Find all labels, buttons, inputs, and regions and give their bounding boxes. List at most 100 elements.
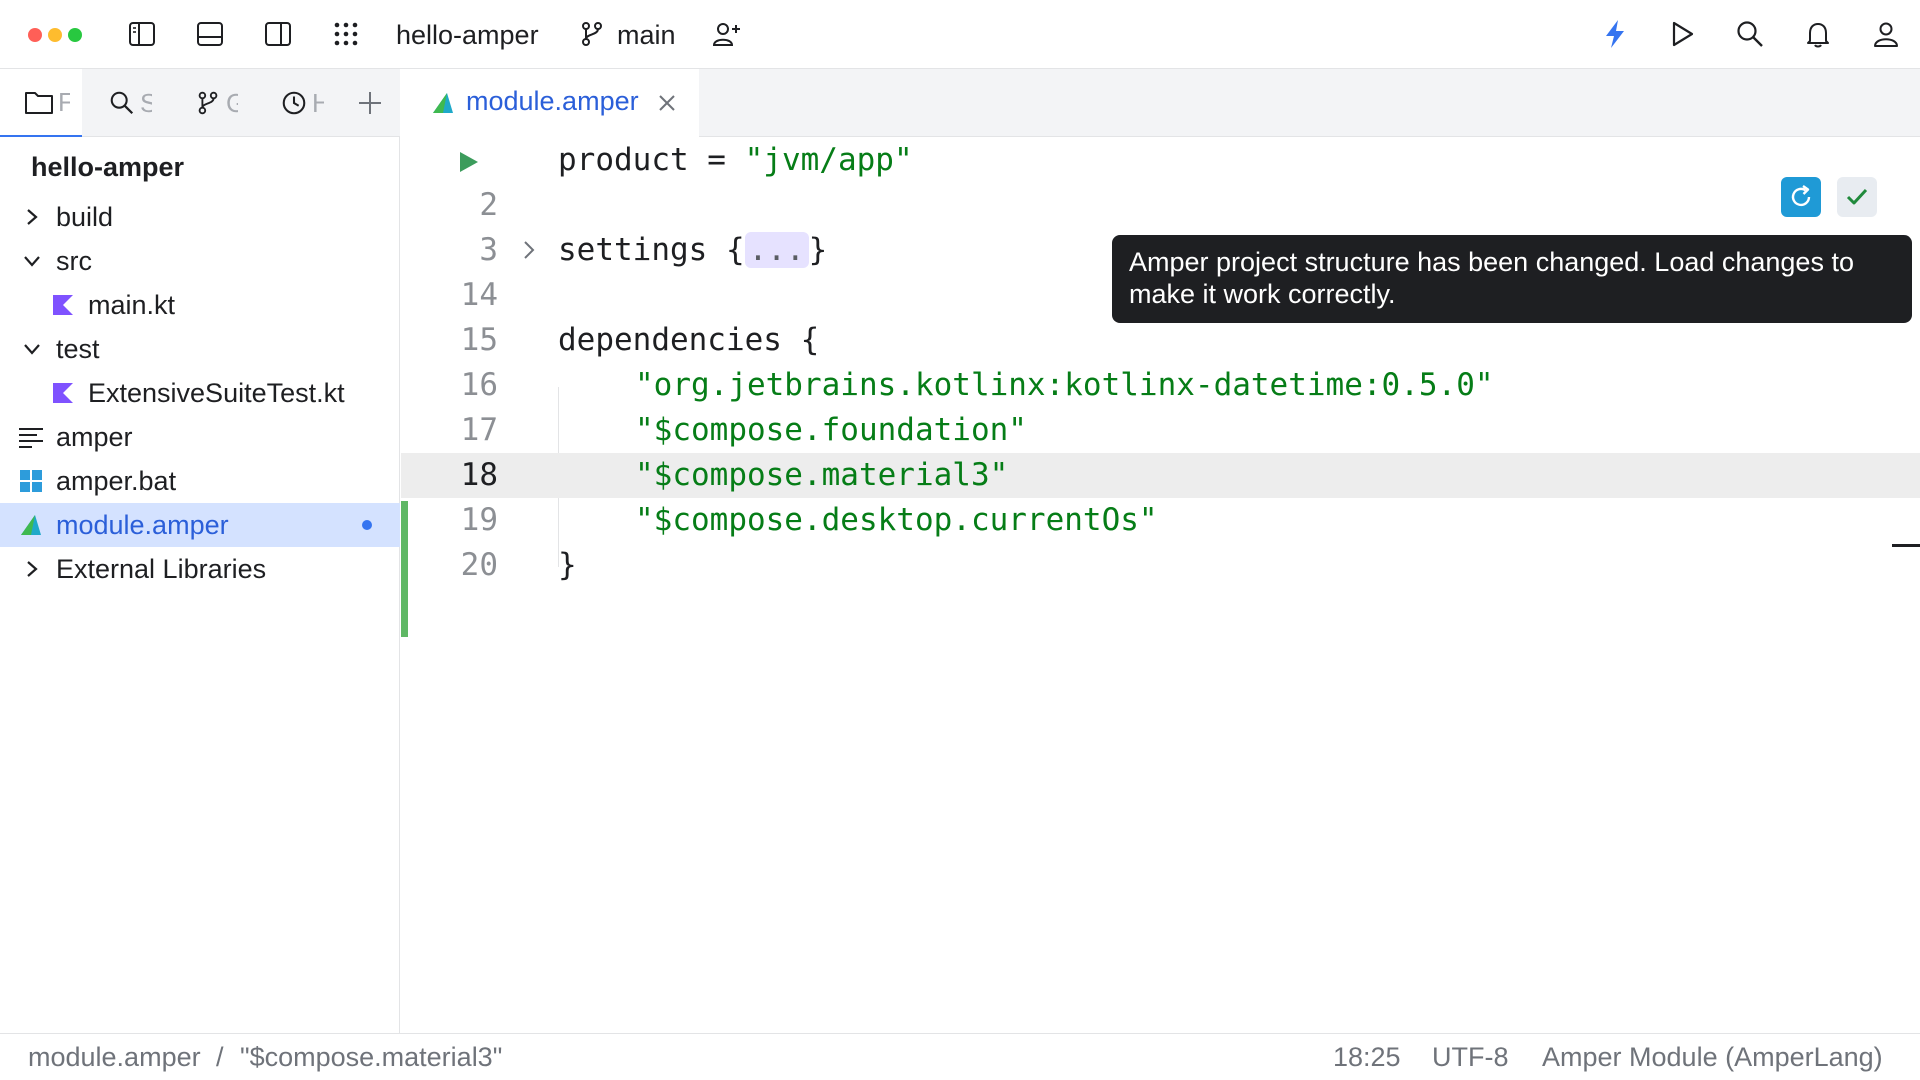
project-tool-window: F S G H hello-amper build src main.kt te… <box>0 69 400 1033</box>
code-keyword: settings { <box>558 232 745 268</box>
tree-item-amper-bat[interactable]: amper.bat <box>0 459 400 503</box>
line-number: 2 <box>479 187 498 223</box>
tab-project-label: F <box>58 86 70 117</box>
title-bar: hello-amper main <box>0 0 1920 69</box>
fold-chevron-icon[interactable] <box>517 238 541 262</box>
tree-item-label: test <box>56 333 100 364</box>
code-string: "$compose.material3" <box>635 457 1009 493</box>
amper-icon <box>433 93 453 113</box>
tree-item-label: amper <box>56 421 133 452</box>
account-icon[interactable] <box>1866 14 1906 54</box>
tree-item-amper[interactable]: amper <box>0 415 400 459</box>
code-string: "jvm/app" <box>744 142 913 178</box>
chevron-down-icon[interactable] <box>20 337 44 361</box>
close-icon[interactable] <box>655 91 679 115</box>
tree-item-label: module.amper <box>56 509 229 540</box>
chevron-right-icon[interactable] <box>20 205 44 229</box>
folded-region[interactable]: ... <box>744 232 809 268</box>
editor-tabs: module.amper <box>401 69 1920 137</box>
main-menu-grid-icon[interactable] <box>326 14 366 54</box>
code-line[interactable]: 20 } <box>401 543 1920 588</box>
editor-tab-module-amper[interactable]: module.amper <box>401 69 699 137</box>
file-encoding[interactable]: UTF-8 <box>1432 1042 1509 1073</box>
breadcrumb-file[interactable]: module.amper <box>28 1042 201 1073</box>
line-number: 17 <box>460 412 498 448</box>
code-line[interactable]: 2 <box>401 183 1920 228</box>
plus-icon <box>359 92 381 114</box>
left-panel-toggle-icon[interactable] <box>122 14 162 54</box>
load-changes-button[interactable] <box>1781 177 1821 217</box>
code-text: product = "jvm/app" <box>558 138 913 183</box>
git-branch-icon <box>198 91 218 115</box>
code-line[interactable]: 16 "org.jetbrains.kotlinx:kotlinx-dateti… <box>401 363 1920 408</box>
project-name[interactable]: hello-amper <box>396 17 539 53</box>
bell-icon[interactable] <box>1798 14 1838 54</box>
minimize-window-button[interactable] <box>48 28 62 42</box>
tree-item-label: main.kt <box>88 289 176 320</box>
close-window-button[interactable] <box>28 28 42 42</box>
tree-item-test[interactable]: test <box>0 327 400 371</box>
checkmark-icon <box>1846 188 1868 205</box>
tree-item-external-libraries[interactable]: External Libraries <box>0 547 400 591</box>
right-panel-toggle-icon[interactable] <box>258 14 298 54</box>
tree-item-label: amper.bat <box>56 465 177 496</box>
code-text: settings {...} <box>558 228 827 273</box>
inspection-ok-button[interactable] <box>1837 177 1877 217</box>
tab-history-label: H <box>312 87 324 118</box>
editor-tab-label: module.amper <box>466 86 639 116</box>
code-keyword: product = <box>558 142 745 178</box>
search-icon[interactable] <box>1730 14 1770 54</box>
search-icon <box>110 91 134 115</box>
bottom-panel-toggle-icon[interactable] <box>190 14 230 54</box>
code-line-current[interactable]: 18 "$compose.material3" <box>401 453 1920 498</box>
tree-item-extensive-suite-test[interactable]: ExtensiveSuiteTest.kt <box>0 371 400 415</box>
breadcrumb-item[interactable]: "$compose.material3" <box>240 1042 502 1073</box>
tree-item-main-kt[interactable]: main.kt <box>0 283 400 327</box>
project-root-title[interactable]: hello-amper <box>31 152 184 183</box>
run-gutter-icon[interactable] <box>456 150 480 174</box>
run-icon[interactable] <box>1662 14 1702 54</box>
tree-item-src[interactable]: src <box>0 239 400 283</box>
add-user-icon[interactable] <box>707 14 747 54</box>
folder-icon <box>25 92 53 114</box>
branch-selector[interactable]: main <box>617 17 676 53</box>
git-branch-icon[interactable] <box>572 14 612 54</box>
breadcrumb-separator: / <box>216 1042 224 1072</box>
tab-search[interactable]: S <box>100 69 170 137</box>
tree-item-label: build <box>56 201 114 232</box>
modified-indicator <box>362 520 372 530</box>
code-string: "$compose.desktop.currentOs" <box>635 502 1158 538</box>
line-number: 16 <box>460 367 498 403</box>
code-keyword: dependencies { <box>558 322 820 358</box>
code-line[interactable]: product = "jvm/app" <box>401 138 1920 183</box>
tab-project[interactable]: F <box>0 69 82 137</box>
maximize-window-button[interactable] <box>68 28 82 42</box>
text-file-icon <box>18 424 44 450</box>
scrollbar-marker[interactable] <box>1892 544 1920 547</box>
windows-icon <box>18 468 44 494</box>
tree-item-label: External Libraries <box>56 553 267 584</box>
tree-item-build[interactable]: build <box>0 195 400 239</box>
chevron-down-icon[interactable] <box>20 249 44 273</box>
load-changes-tooltip: Amper project structure has been changed… <box>1112 235 1912 323</box>
refresh-icon <box>1791 185 1811 207</box>
tab-history[interactable]: H <box>272 69 342 137</box>
tree-item-label: ExtensiveSuiteTest.kt <box>88 377 345 408</box>
code-line[interactable]: 17 "$compose.foundation" <box>401 408 1920 453</box>
editor: module.amper product = "jvm/app" 2 3 set… <box>401 69 1920 1033</box>
caret-position[interactable]: 18:25 <box>1333 1042 1401 1073</box>
tab-git[interactable]: G <box>186 69 256 137</box>
clock-icon <box>282 91 306 115</box>
kotlin-file-icon <box>50 292 76 318</box>
status-bar: module.amper / "$compose.material3" 18:2… <box>0 1033 1920 1080</box>
code-line[interactable]: 19 "$compose.desktop.currentOs" <box>401 498 1920 543</box>
tab-search-label: S <box>140 87 152 118</box>
chevron-right-icon[interactable] <box>20 557 44 581</box>
add-tab-button[interactable] <box>350 69 390 137</box>
amper-icon <box>18 512 44 538</box>
code-line[interactable]: 15 dependencies { <box>401 318 1920 363</box>
file-type[interactable]: Amper Module (AmperLang) <box>1542 1042 1883 1073</box>
tree-item-module-amper[interactable]: module.amper <box>0 503 400 547</box>
code-brace: } <box>808 232 828 268</box>
lightning-icon[interactable] <box>1595 14 1635 54</box>
